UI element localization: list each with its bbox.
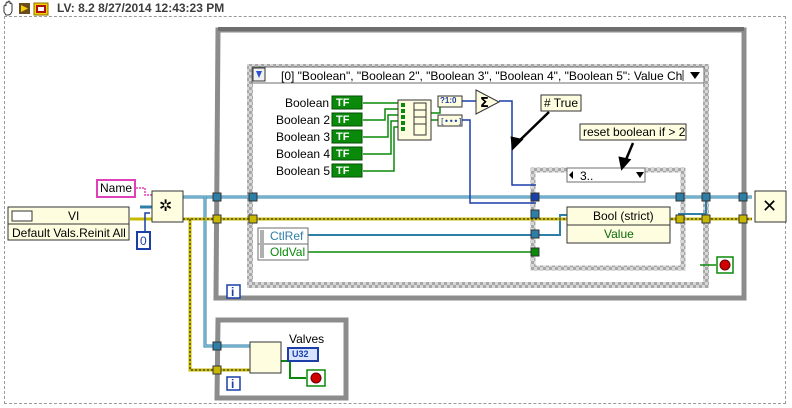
svg-text:Σ: Σ (480, 96, 489, 111)
svg-text:✕: ✕ (762, 196, 777, 217)
bool-terminal-4: TF (336, 148, 350, 160)
svg-text:✲: ✲ (159, 196, 172, 215)
vi-ref-class: VI (68, 209, 80, 223)
iteration-upper: i (231, 285, 235, 299)
open-ref-node[interactable]: ✲ (151, 190, 184, 223)
name-constant: Name (100, 181, 133, 195)
close-ref-node[interactable]: ✕ (754, 190, 787, 223)
lower-node[interactable] (249, 341, 282, 374)
bool-terminal-1: TF (336, 97, 350, 109)
comment-reset: reset boolean if > 2 (583, 125, 686, 139)
boolean-5-label: Boolean 5 (276, 164, 331, 178)
block-diagram[interactable]: Σ [•••] ✲ ✕ (0, 0, 792, 408)
bool-terminal-5: TF (336, 165, 350, 177)
bool-terminal-2: TF (336, 114, 350, 126)
iteration-terminals (226, 284, 241, 391)
event-selector[interactable]: [0] "Boolean", "Boolean 2", "Boolean 3",… (281, 69, 682, 83)
event-data-ctlref: CtlRef (270, 229, 304, 243)
case-selector[interactable]: 3.. (580, 169, 593, 183)
bool-terminal-3: TF (336, 131, 350, 143)
svg-text:[•••]: [•••] (441, 117, 461, 126)
zero-constant: 0 (140, 234, 147, 248)
iteration-lower: i (231, 377, 235, 391)
vi-ref-method: Default Vals.Reinit All (12, 226, 126, 240)
to-number-label: ?1:0 (440, 96, 457, 105)
comment-true: # True (544, 96, 579, 110)
u32-indicator: U32 (292, 349, 309, 359)
valves-label: Valves (289, 332, 325, 346)
property-node-class: Bool (strict) (593, 209, 654, 223)
boolean-3-label: Boolean 3 (276, 130, 331, 144)
property-node-prop: Value (604, 227, 634, 241)
build-array-node[interactable] (397, 99, 432, 141)
boolean-2-label: Boolean 2 (276, 113, 331, 127)
boolean-4-label: Boolean 4 (276, 147, 331, 161)
event-data-oldval: OldVal (270, 245, 306, 259)
boolean-1-label: Boolean (285, 96, 330, 110)
